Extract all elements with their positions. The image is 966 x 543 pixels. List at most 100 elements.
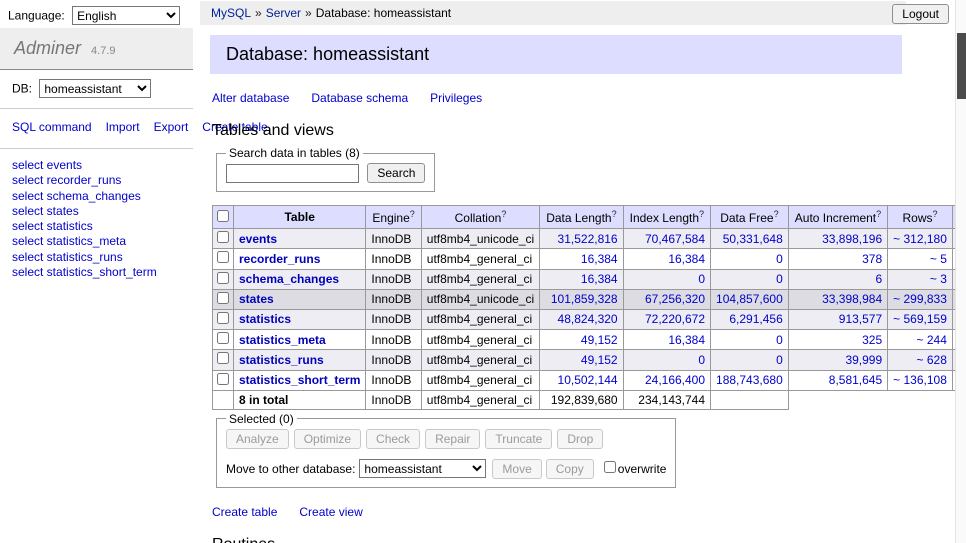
row-checkbox[interactable] [217, 373, 229, 385]
data-length-cell-link[interactable]: 31,522,816 [558, 232, 618, 246]
help-marker[interactable]: ? [933, 209, 938, 219]
table-name-link[interactable]: events [239, 232, 277, 246]
help-marker[interactable]: ? [501, 209, 506, 219]
move-db-select[interactable]: homeassistant [359, 459, 486, 478]
auto-increment-cell-link[interactable]: 33,898,196 [822, 232, 882, 246]
column-header-index-length[interactable]: Index Length? [623, 206, 710, 229]
rows-cell-link[interactable]: ~ 136,108 [893, 373, 947, 387]
sidebar-table-link[interactable]: select schema_changes [12, 189, 181, 204]
index-length-cell-link[interactable]: 24,166,400 [645, 373, 705, 387]
auto-increment-cell-link[interactable]: 6 [875, 272, 882, 286]
privileges-link[interactable]: Privileges [430, 91, 482, 105]
data-free-cell-link[interactable]: 188,743,680 [716, 373, 783, 387]
rows-cell-link[interactable]: ~ 628 [917, 353, 947, 367]
logout-button[interactable]: Logout [892, 4, 949, 24]
sidebar-table-link[interactable]: select states [12, 204, 181, 219]
index-length-cell-link[interactable]: 70,467,584 [645, 232, 705, 246]
data-length-cell-link[interactable]: 16,384 [581, 252, 618, 266]
search-button[interactable]: Search [367, 163, 425, 183]
scrollbar[interactable] [955, 0, 966, 543]
sidebar-table-link[interactable]: select statistics [12, 219, 181, 234]
data-length-cell-link[interactable]: 49,152 [581, 333, 618, 347]
rows-cell-link[interactable]: ~ 569,159 [893, 312, 947, 326]
sidebar-table-link[interactable]: select statistics_meta [12, 234, 181, 249]
scrollbar-thumb[interactable] [957, 33, 966, 99]
copy-button[interactable]: Copy [546, 459, 594, 479]
index-length-cell-link[interactable]: 0 [698, 353, 705, 367]
data-length-cell-link[interactable]: 49,152 [581, 353, 618, 367]
select-all-checkbox[interactable] [217, 210, 229, 222]
truncate-button[interactable]: Truncate [485, 429, 552, 449]
column-header-rows[interactable]: Rows? [888, 206, 953, 229]
data-free-cell-link[interactable]: 0 [776, 333, 783, 347]
help-marker[interactable]: ? [774, 209, 779, 219]
repair-button[interactable]: Repair [425, 429, 480, 449]
sidebar-table-link[interactable]: select events [12, 158, 181, 173]
db-select[interactable]: homeassistant [39, 79, 151, 98]
data-free-cell-link[interactable]: 6,291,456 [729, 312, 782, 326]
index-length-cell-link[interactable]: 16,384 [668, 333, 705, 347]
sidebar-table-link[interactable]: select statistics_short_term [12, 265, 181, 280]
table-name-link[interactable]: statistics [239, 312, 291, 326]
help-marker[interactable]: ? [876, 209, 881, 219]
move-button[interactable]: Move [492, 459, 541, 479]
table-name-link[interactable]: statistics_runs [239, 353, 324, 367]
data-free-cell-link[interactable]: 104,857,600 [716, 292, 783, 306]
check-button[interactable]: Check [366, 429, 420, 449]
table-name-link[interactable]: recorder_runs [239, 252, 320, 266]
row-checkbox[interactable] [217, 231, 229, 243]
breadcrumb-mysql-link[interactable]: MySQL [211, 6, 251, 20]
row-checkbox[interactable] [217, 312, 229, 324]
help-marker[interactable]: ? [612, 209, 617, 219]
column-header-data-free[interactable]: Data Free? [711, 206, 789, 229]
sidebar-table-link[interactable]: select recorder_runs [12, 173, 181, 188]
column-header-data-length[interactable]: Data Length? [540, 206, 623, 229]
column-header-engine[interactable]: Engine? [366, 206, 421, 229]
table-name-link[interactable]: schema_changes [239, 272, 339, 286]
index-length-cell-link[interactable]: 72,220,672 [645, 312, 705, 326]
row-checkbox[interactable] [217, 272, 229, 284]
language-select[interactable]: English [72, 6, 180, 25]
sidebar-sql-command-link[interactable]: SQL command [12, 120, 92, 134]
index-length-cell-link[interactable]: 67,256,320 [645, 292, 705, 306]
row-checkbox[interactable] [217, 332, 229, 344]
alter-database-link[interactable]: Alter database [212, 91, 289, 105]
column-header-collation[interactable]: Collation? [421, 206, 539, 229]
index-length-cell-link[interactable]: 16,384 [668, 252, 705, 266]
breadcrumb-server-link[interactable]: Server [266, 6, 301, 20]
auto-increment-cell-link[interactable]: 378 [862, 252, 882, 266]
data-length-cell-link[interactable]: 16,384 [581, 272, 618, 286]
column-header-auto-increment[interactable]: Auto Increment? [788, 206, 887, 229]
help-marker[interactable]: ? [699, 209, 704, 219]
auto-increment-cell-link[interactable]: 913,577 [839, 312, 882, 326]
rows-cell-link[interactable]: ~ 3 [930, 272, 947, 286]
sidebar-table-link[interactable]: select statistics_runs [12, 250, 181, 265]
sidebar-export-link[interactable]: Export [154, 120, 189, 134]
rows-cell-link[interactable]: ~ 299,833 [893, 292, 947, 306]
data-length-cell-link[interactable]: 10,502,144 [558, 373, 618, 387]
data-length-cell-link[interactable]: 101,859,328 [551, 292, 618, 306]
auto-increment-cell-link[interactable]: 33,398,984 [822, 292, 882, 306]
overwrite-checkbox[interactable] [604, 461, 616, 473]
help-marker[interactable]: ? [410, 209, 415, 219]
adminer-logo-link[interactable]: Adminer [14, 38, 81, 58]
rows-cell-link[interactable]: ~ 5 [930, 252, 947, 266]
data-free-cell-link[interactable]: 0 [776, 353, 783, 367]
data-length-cell-link[interactable]: 48,824,320 [558, 312, 618, 326]
database-schema-link[interactable]: Database schema [311, 91, 408, 105]
row-checkbox[interactable] [217, 251, 229, 263]
sidebar-import-link[interactable]: Import [106, 120, 140, 134]
data-free-cell-link[interactable]: 0 [776, 252, 783, 266]
create-view-link[interactable]: Create view [299, 505, 362, 519]
auto-increment-cell-link[interactable]: 325 [862, 333, 882, 347]
auto-increment-cell-link[interactable]: 8,581,645 [829, 373, 882, 387]
table-name-link[interactable]: states [239, 292, 274, 306]
row-checkbox[interactable] [217, 352, 229, 364]
table-name-link[interactable]: statistics_meta [239, 333, 326, 347]
rows-cell-link[interactable]: ~ 312,180 [893, 232, 947, 246]
drop-button[interactable]: Drop [557, 429, 603, 449]
auto-increment-cell-link[interactable]: 39,999 [845, 353, 882, 367]
data-free-cell-link[interactable]: 0 [776, 272, 783, 286]
optimize-button[interactable]: Optimize [294, 429, 361, 449]
table-name-link[interactable]: statistics_short_term [239, 373, 360, 387]
